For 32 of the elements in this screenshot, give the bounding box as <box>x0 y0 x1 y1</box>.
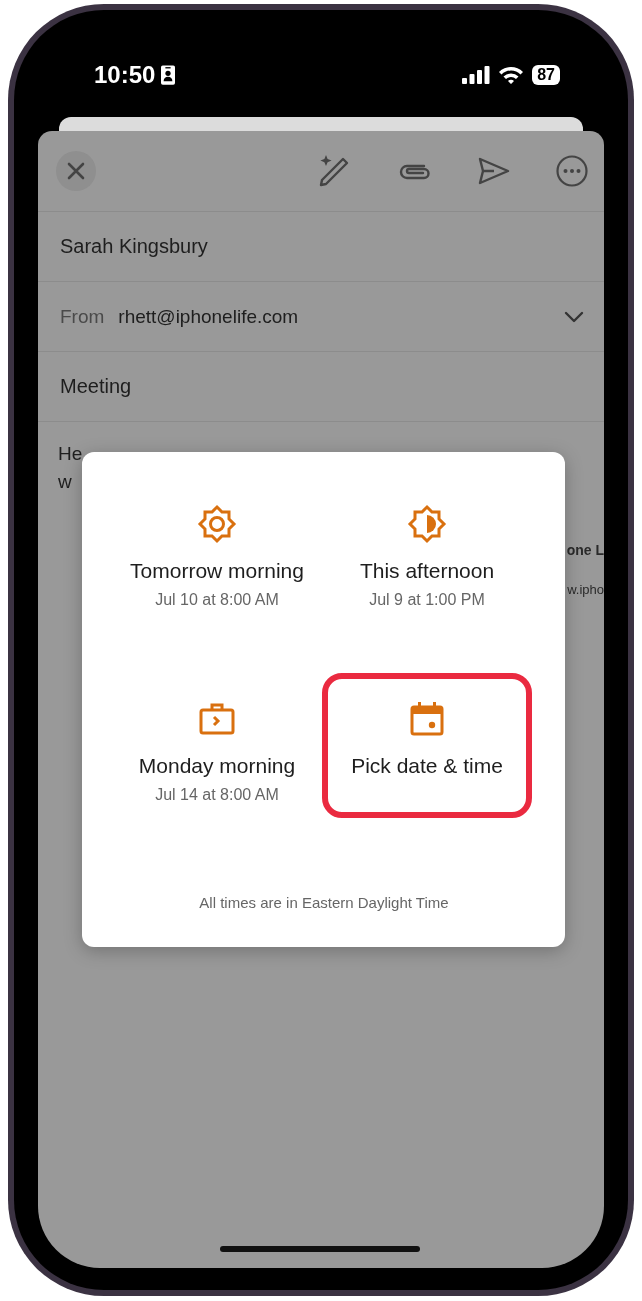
sender-address: rhett@iphonelife.com <box>118 305 300 328</box>
snooze-option[interactable]: Monday morning Jul 14 at 8:00 AM <box>112 673 322 818</box>
wifi-icon <box>498 65 525 84</box>
battery-level: 87 <box>532 64 560 85</box>
option-time: Jul 9 at 1:00 PM <box>369 590 485 610</box>
signature-text: one L <box>566 542 604 558</box>
snooze-option[interactable]: Pick date & time <box>322 673 532 818</box>
id-card-icon <box>161 64 176 85</box>
more-icon[interactable] <box>556 155 588 187</box>
timezone-note: All times are in Eastern Daylight Time <box>198 893 450 913</box>
close-button[interactable] <box>56 151 96 191</box>
message-text: He <box>58 442 83 466</box>
chevron-down-icon[interactable] <box>564 310 584 323</box>
signature-text: w.ipho <box>567 582 604 597</box>
option-label: Tomorrow morning <box>130 558 304 584</box>
sun-icon <box>197 504 237 544</box>
snooze-option[interactable]: Tomorrow morning Jul 10 at 8:00 AM <box>112 478 322 623</box>
option-label: Monday morning <box>138 753 296 779</box>
subject-text: Meeting <box>60 375 132 398</box>
signal-icon <box>462 65 491 84</box>
from-label: From <box>60 305 105 328</box>
half-sun-icon <box>407 504 447 544</box>
option-label: This afternoon <box>359 558 495 584</box>
option-label: Pick date & time <box>351 753 503 779</box>
snooze-option[interactable]: This afternoon Jul 9 at 1:00 PM <box>322 478 532 623</box>
option-time: Jul 14 at 8:00 AM <box>155 785 279 805</box>
recipient-name: Sarah Kingsbury <box>60 235 208 258</box>
message-text: w <box>58 470 72 494</box>
clock-time: 10:50 <box>94 60 156 89</box>
option-time: Jul 10 at 8:00 AM <box>155 590 279 610</box>
send-icon[interactable] <box>478 157 510 185</box>
close-icon <box>66 161 86 181</box>
